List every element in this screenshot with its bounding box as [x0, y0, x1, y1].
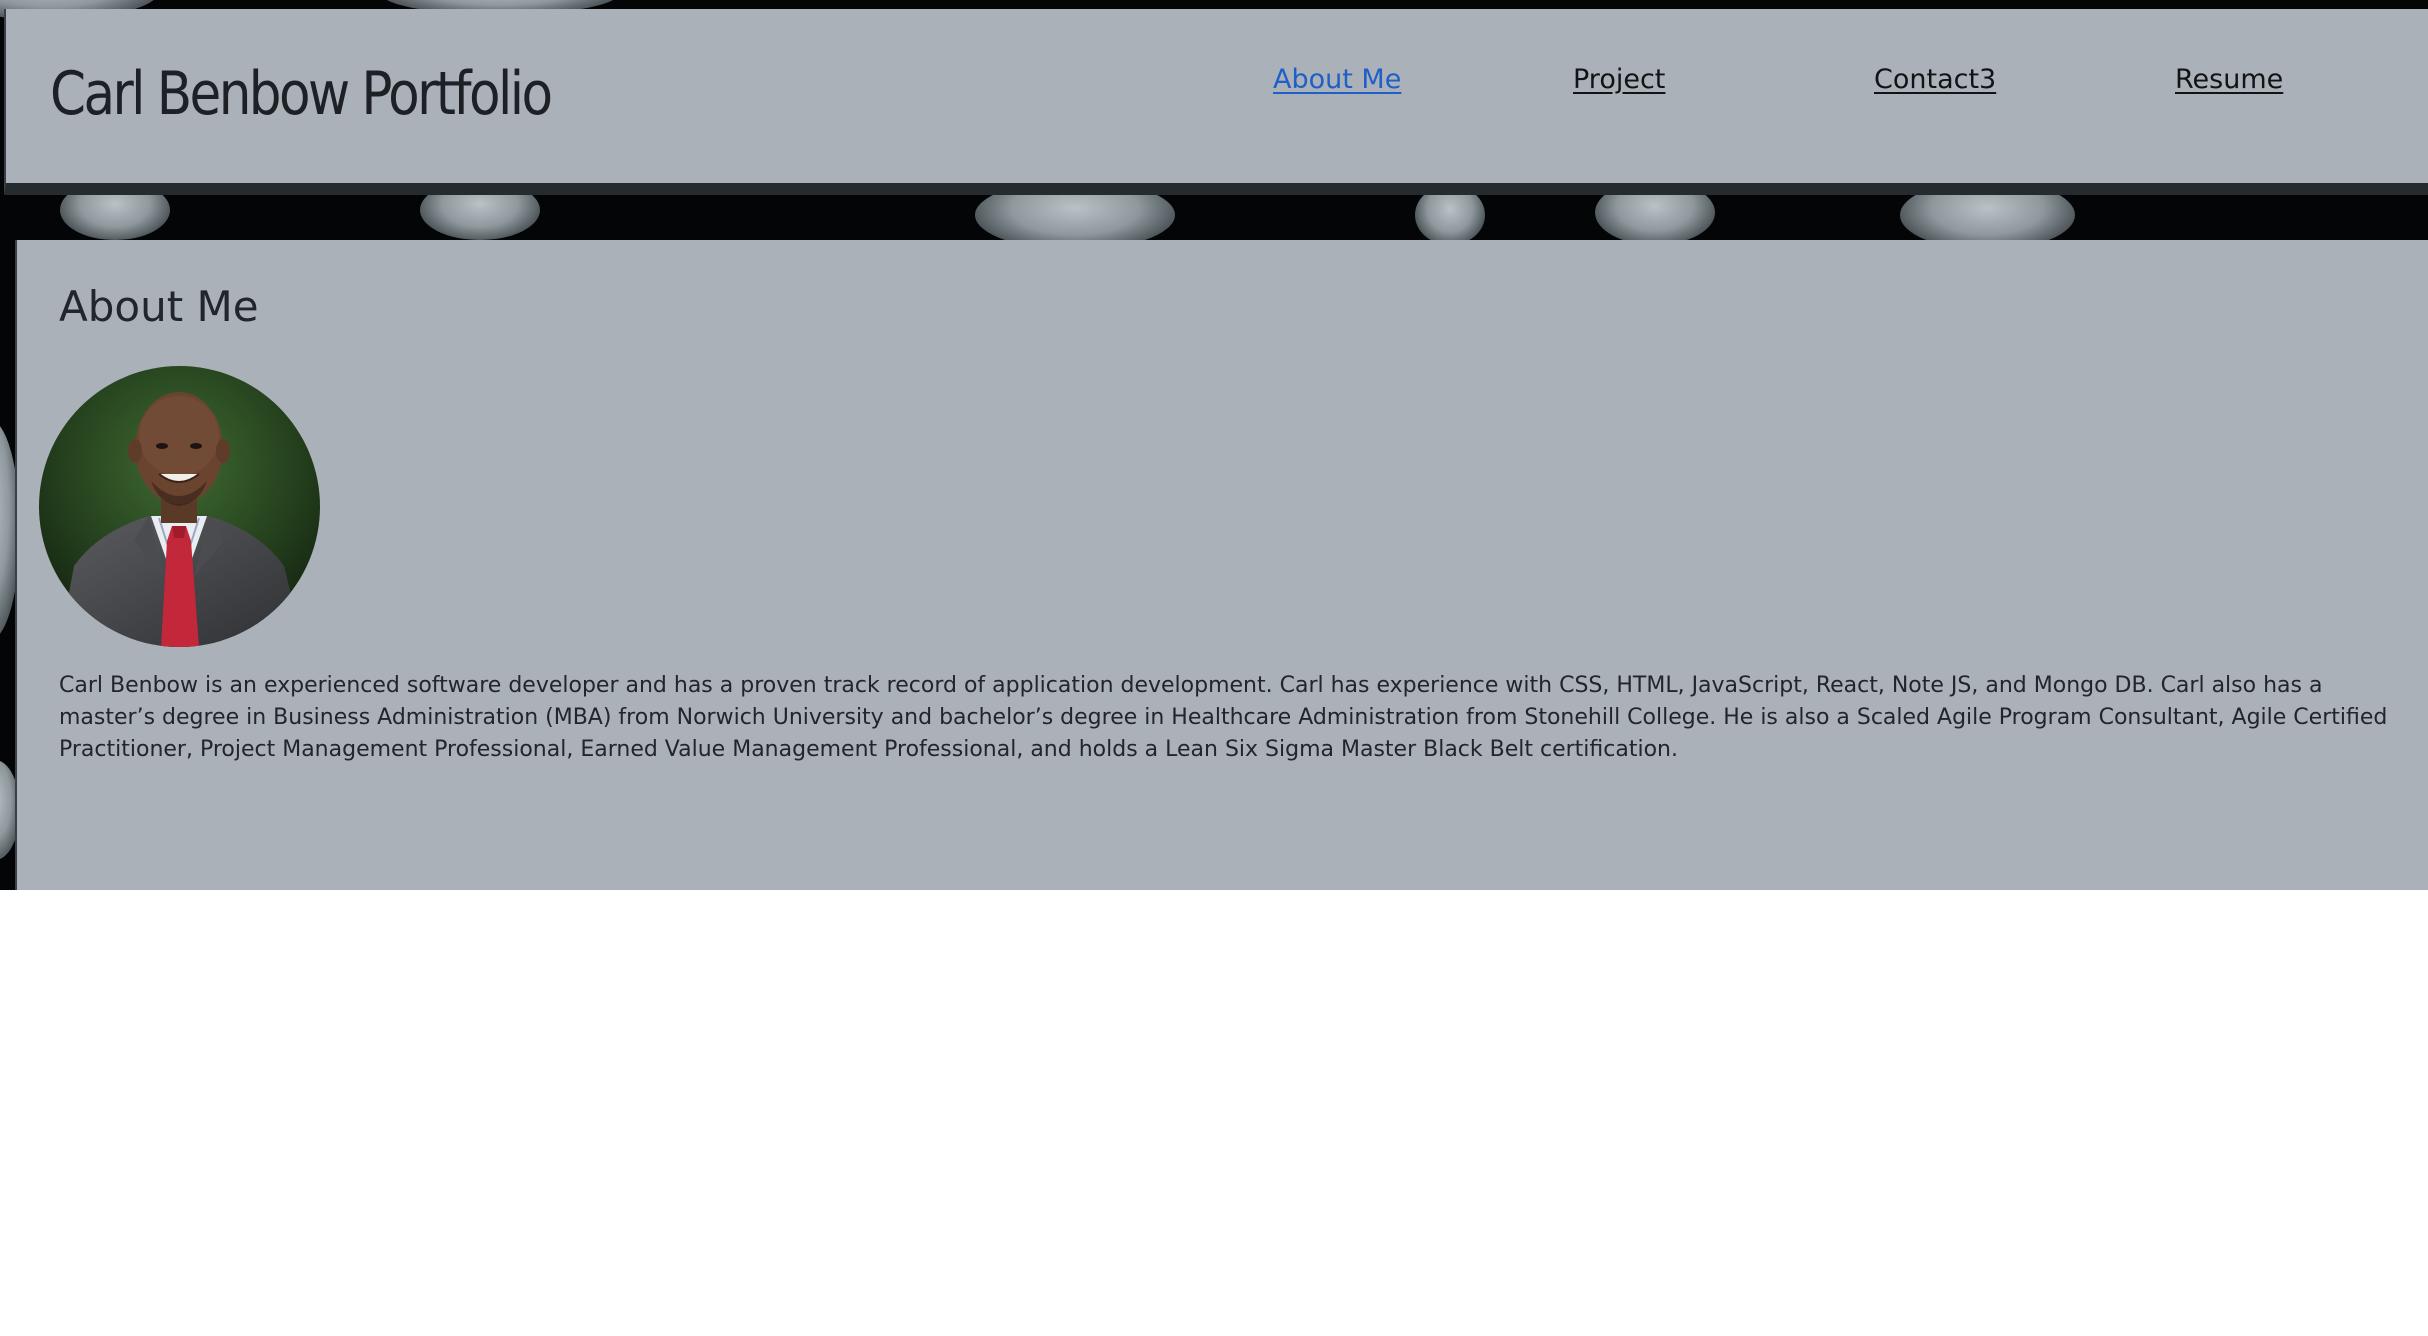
- nav-contact-link[interactable]: Contact3: [1874, 64, 1996, 95]
- section-title: About Me: [59, 282, 259, 331]
- bio-text: Carl Benbow is an experienced software d…: [59, 673, 2388, 762]
- nav-resume-link[interactable]: Resume: [2175, 64, 2283, 95]
- about-section: About Me Carl Benbow is an experienced s…: [15, 240, 2428, 890]
- site-title: Carl Benbow Portfolio: [50, 59, 553, 129]
- site-header: Carl Benbow Portfolio About Me Project C…: [4, 9, 2428, 195]
- portrait-illustration: [39, 366, 320, 647]
- profile-photo: [39, 366, 320, 647]
- nav-about-me-link[interactable]: About Me: [1273, 64, 1401, 95]
- nav-project-link[interactable]: Project: [1573, 64, 1665, 95]
